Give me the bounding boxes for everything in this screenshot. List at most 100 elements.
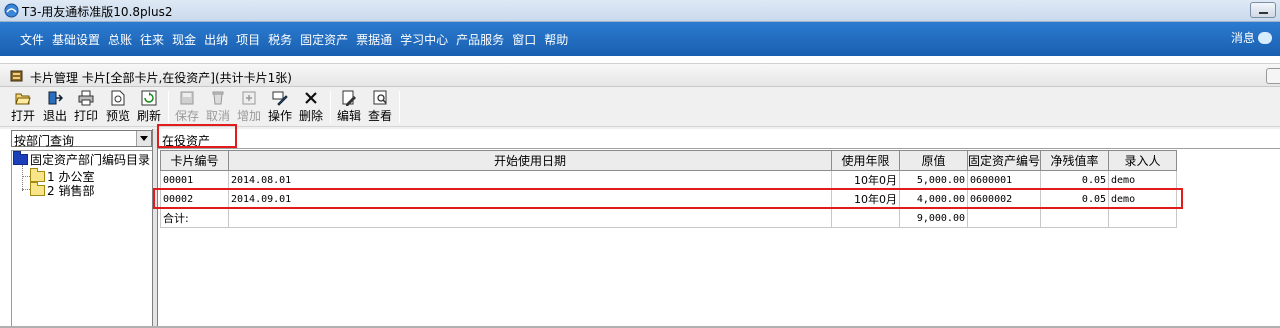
column-header-residual[interactable]: 净残值率: [1040, 150, 1110, 171]
cancel-trash-icon: [212, 91, 224, 105]
menu-item-file[interactable]: 文件: [20, 31, 44, 48]
toolbar-separator: [168, 91, 169, 123]
menu-item-accounts[interactable]: 往来: [140, 31, 164, 48]
total-label: 合计:: [160, 208, 229, 228]
menu-item-help[interactable]: 帮助: [544, 31, 568, 48]
menu-item-cash[interactable]: 现金: [172, 31, 196, 48]
query-mode-select[interactable]: 按部门查询: [11, 130, 152, 148]
save-button[interactable]: 保存: [172, 89, 202, 125]
delete-x-icon: [305, 92, 317, 104]
cell-value: 5,000.00: [899, 170, 968, 190]
menu-item-basic-settings[interactable]: 基础设置: [52, 31, 100, 48]
cell-start-date: 2014.08.01: [228, 170, 832, 190]
asset-status-filter[interactable]: 在役资产: [158, 129, 1280, 149]
card-manager-icon: [10, 70, 23, 82]
menu-item-project[interactable]: 项目: [236, 31, 260, 48]
menu-item-cashier[interactable]: 出纳: [204, 31, 228, 48]
add-button[interactable]: 增加: [234, 89, 264, 125]
menu-item-bills[interactable]: 票据通: [356, 31, 392, 48]
menu-item-fixed-assets[interactable]: 固定资产: [300, 31, 348, 48]
message-label: 消息: [1230, 31, 1255, 45]
refresh-icon: [141, 90, 157, 106]
view-button[interactable]: 查看: [365, 89, 395, 125]
edit-button[interactable]: 编辑: [334, 89, 364, 125]
chat-bubble-icon: [1258, 31, 1272, 44]
add-icon: [242, 91, 256, 105]
toolbar-separator: [330, 91, 331, 123]
edit-icon: [342, 90, 356, 106]
tree-connector: [22, 176, 30, 177]
department-tree: 固定资产部门编码目录 1 办公室 2 销售部: [11, 150, 152, 328]
app-title: T3-用友通标准版10.8plus2: [22, 5, 173, 19]
folder-icon: [13, 151, 28, 165]
table-total-row: 合计: 9,000.00: [160, 208, 1178, 228]
workspace-gap: [0, 56, 1280, 63]
refresh-label: 刷新: [136, 109, 161, 123]
empty-cell: [1108, 208, 1178, 228]
cell-user: demo: [1108, 170, 1178, 190]
tree-root-node[interactable]: 固定资产部门编码目录: [13, 151, 150, 168]
cancel-button[interactable]: 取消: [203, 89, 233, 125]
menu-item-window[interactable]: 窗口: [512, 31, 536, 48]
preview-label: 预览: [105, 109, 130, 123]
operate-icon: [272, 91, 288, 106]
save-disk-icon: [180, 91, 194, 105]
view-label: 查看: [367, 109, 392, 123]
tree-connector: [22, 189, 30, 190]
column-header-value[interactable]: 原值: [899, 150, 968, 171]
column-header-years[interactable]: 使用年限: [831, 150, 900, 171]
column-header-card-no[interactable]: 卡片编号: [160, 150, 229, 171]
column-header-user[interactable]: 录入人: [1108, 150, 1178, 171]
row-highlight-box: [153, 188, 1183, 209]
folder-icon: [30, 168, 45, 182]
menu-item-general-ledger[interactable]: 总账: [108, 31, 132, 48]
open-label: 打开: [10, 109, 35, 123]
delete-label: 删除: [298, 109, 323, 123]
toolbar-separator: [399, 91, 400, 123]
table-row[interactable]: 00001 2014.08.01 10年0月 5,000.00 0600001 …: [160, 170, 1178, 190]
minimize-button[interactable]: [1250, 2, 1276, 18]
menu-item-products[interactable]: 产品服务: [456, 31, 504, 48]
empty-cell: [966, 208, 1042, 228]
exit-button[interactable]: 退出: [40, 89, 70, 125]
menu-bar: 文件 基础设置 总账 往来 现金 出纳 项目 税务 固定资产 票据通 学习中心 …: [0, 22, 1280, 56]
empty-cell: [831, 208, 900, 228]
app-title-bar: T3-用友通标准版10.8plus2: [0, 0, 1280, 22]
restore-button[interactable]: [1266, 68, 1280, 84]
tree-node-sales[interactable]: 2 销售部: [30, 182, 94, 199]
app-icon: [4, 3, 19, 18]
menu-item-tax[interactable]: 税务: [268, 31, 292, 48]
open-button[interactable]: 打开: [8, 89, 38, 125]
exit-door-icon: [48, 91, 63, 105]
cell-card-no: 00001: [160, 170, 229, 190]
open-folder-icon: [15, 93, 31, 105]
menu-item-learning[interactable]: 学习中心: [400, 31, 448, 48]
save-label: 保存: [174, 109, 199, 123]
card-window-title-bar: 卡片管理 卡片[全部卡片,在役资产](共计卡片1张): [0, 63, 1280, 87]
main-menu: 文件 基础设置 总账 往来 现金 出纳 项目 税务 固定资产 票据通 学习中心 …: [20, 31, 576, 48]
column-header-start-date[interactable]: 开始使用日期: [228, 150, 832, 171]
operate-label: 操作: [267, 109, 292, 123]
cell-asset-no: 0600001: [966, 170, 1042, 190]
toolbar: 打开 退出 打印 预览 刷新 保存 取消 增加 操作 删除 编辑 查看: [0, 87, 1280, 127]
refresh-button[interactable]: 刷新: [134, 89, 164, 125]
preview-icon: [111, 90, 125, 106]
cell-residual: 0.05: [1040, 170, 1110, 190]
operate-button[interactable]: 操作: [265, 89, 295, 125]
table-header-row: 卡片编号 开始使用日期 使用年限 原值 固定资产编号 净残值率 录入人: [160, 150, 1178, 171]
chevron-down-icon[interactable]: [136, 131, 151, 146]
empty-cell: [1040, 208, 1110, 228]
folder-icon: [30, 182, 45, 196]
print-button[interactable]: 打印: [71, 89, 101, 125]
tree-root-label: 固定资产部门编码目录: [30, 153, 151, 167]
edit-label: 编辑: [336, 109, 361, 123]
column-header-asset-no[interactable]: 固定资产编号: [966, 150, 1042, 171]
delete-button[interactable]: 删除: [296, 89, 326, 125]
empty-cell: [228, 208, 832, 228]
exit-label: 退出: [42, 109, 67, 123]
preview-button[interactable]: 预览: [103, 89, 133, 125]
printer-icon: [78, 90, 94, 106]
window-title: 卡片管理 卡片[全部卡片,在役资产](共计卡片1张): [30, 71, 292, 85]
message-button[interactable]: 消息: [1231, 29, 1272, 46]
department-panel: 按部门查询 固定资产部门编码目录 1 办公室 2 销售部: [0, 129, 155, 328]
